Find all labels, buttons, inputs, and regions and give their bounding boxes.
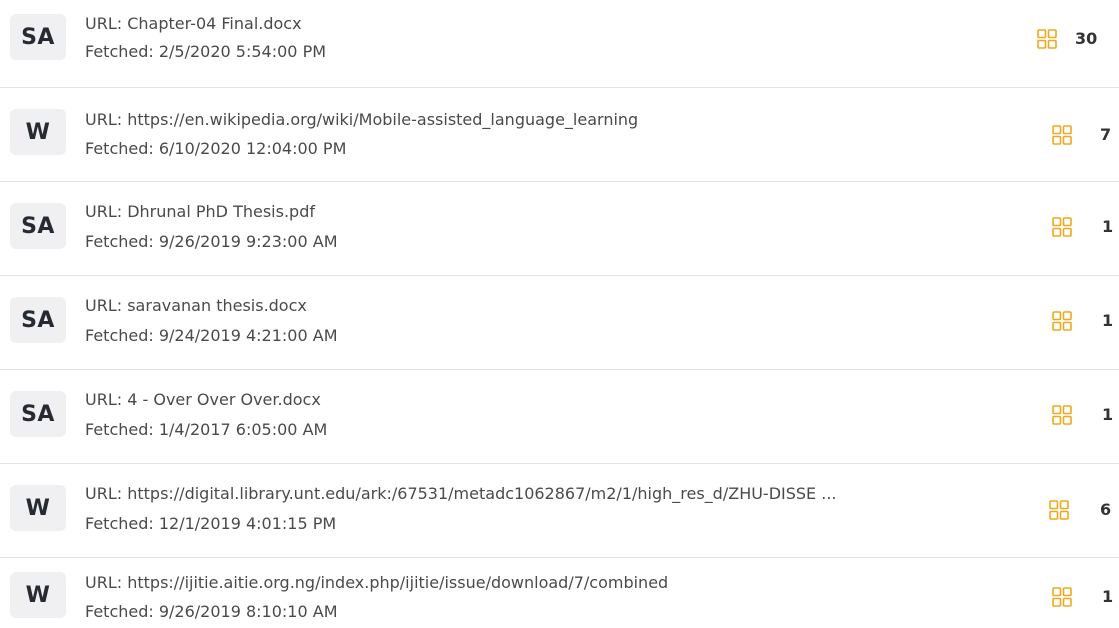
match-count: 1 [1102,311,1114,330]
source-url[interactable]: URL: saravanan thesis.docx [85,296,307,315]
source-url[interactable]: URL: 4 - Over Over Over.docx [85,390,321,409]
source-fetched-date: Fetched: 6/10/2020 12:04:00 PM [85,139,347,158]
source-fetched-date: Fetched: 9/26/2019 8:10:10 AM [85,602,338,621]
source-row[interactable]: SA URL: Dhrunal PhD Thesis.pdf Fetched: … [0,182,1119,276]
source-type-badge: SA [10,203,66,249]
match-count: 1 [1102,405,1114,424]
source-row[interactable]: SA URL: saravanan thesis.docx Fetched: 9… [0,276,1119,370]
source-fetched-date: Fetched: 2/5/2020 5:54:00 PM [85,42,327,61]
source-fetched-date: Fetched: 9/24/2019 4:21:00 AM [85,326,338,345]
match-count: 1 [1102,587,1114,606]
matches-grid-icon[interactable] [1052,405,1072,425]
match-count: 30 [1075,29,1098,48]
source-type-badge: W [10,485,66,531]
source-type-badge: SA [10,14,66,60]
matches-grid-icon[interactable] [1049,500,1069,520]
match-count: 6 [1100,500,1112,519]
matches-grid-icon[interactable] [1037,29,1057,49]
matches-grid-icon[interactable] [1052,311,1072,331]
source-row[interactable]: SA URL: Chapter-04 Final.docx Fetched: 2… [0,0,1119,88]
matches-grid-icon[interactable] [1052,217,1072,237]
source-row[interactable]: SA URL: 4 - Over Over Over.docx Fetched:… [0,370,1119,464]
source-type-badge: SA [10,297,66,343]
match-count: 7 [1100,125,1112,144]
source-fetched-date: Fetched: 1/4/2017 6:05:00 AM [85,420,328,439]
source-fetched-date: Fetched: 9/26/2019 9:23:00 AM [85,232,338,251]
source-row[interactable]: W URL: https://ijitie.aitie.org.ng/index… [0,558,1119,628]
source-type-badge: W [10,572,66,618]
matches-grid-icon[interactable] [1052,587,1072,607]
source-fetched-date: Fetched: 12/1/2019 4:01:15 PM [85,514,337,533]
source-row[interactable]: W URL: https://digital.library.unt.edu/a… [0,464,1119,558]
match-count: 1 [1102,217,1114,236]
source-url[interactable]: URL: https://ijitie.aitie.org.ng/index.p… [85,573,668,592]
source-type-badge: SA [10,391,66,437]
matches-grid-icon[interactable] [1052,125,1072,145]
source-url[interactable]: URL: Chapter-04 Final.docx [85,14,302,33]
source-url[interactable]: URL: https://digital.library.unt.edu/ark… [85,484,837,503]
source-url[interactable]: URL: Dhrunal PhD Thesis.pdf [85,202,315,221]
source-type-badge: W [10,109,66,155]
source-row[interactable]: W URL: https://en.wikipedia.org/wiki/Mob… [0,88,1119,182]
source-list: SA URL: Chapter-04 Final.docx Fetched: 2… [0,0,1119,628]
source-url[interactable]: URL: https://en.wikipedia.org/wiki/Mobil… [85,110,638,129]
